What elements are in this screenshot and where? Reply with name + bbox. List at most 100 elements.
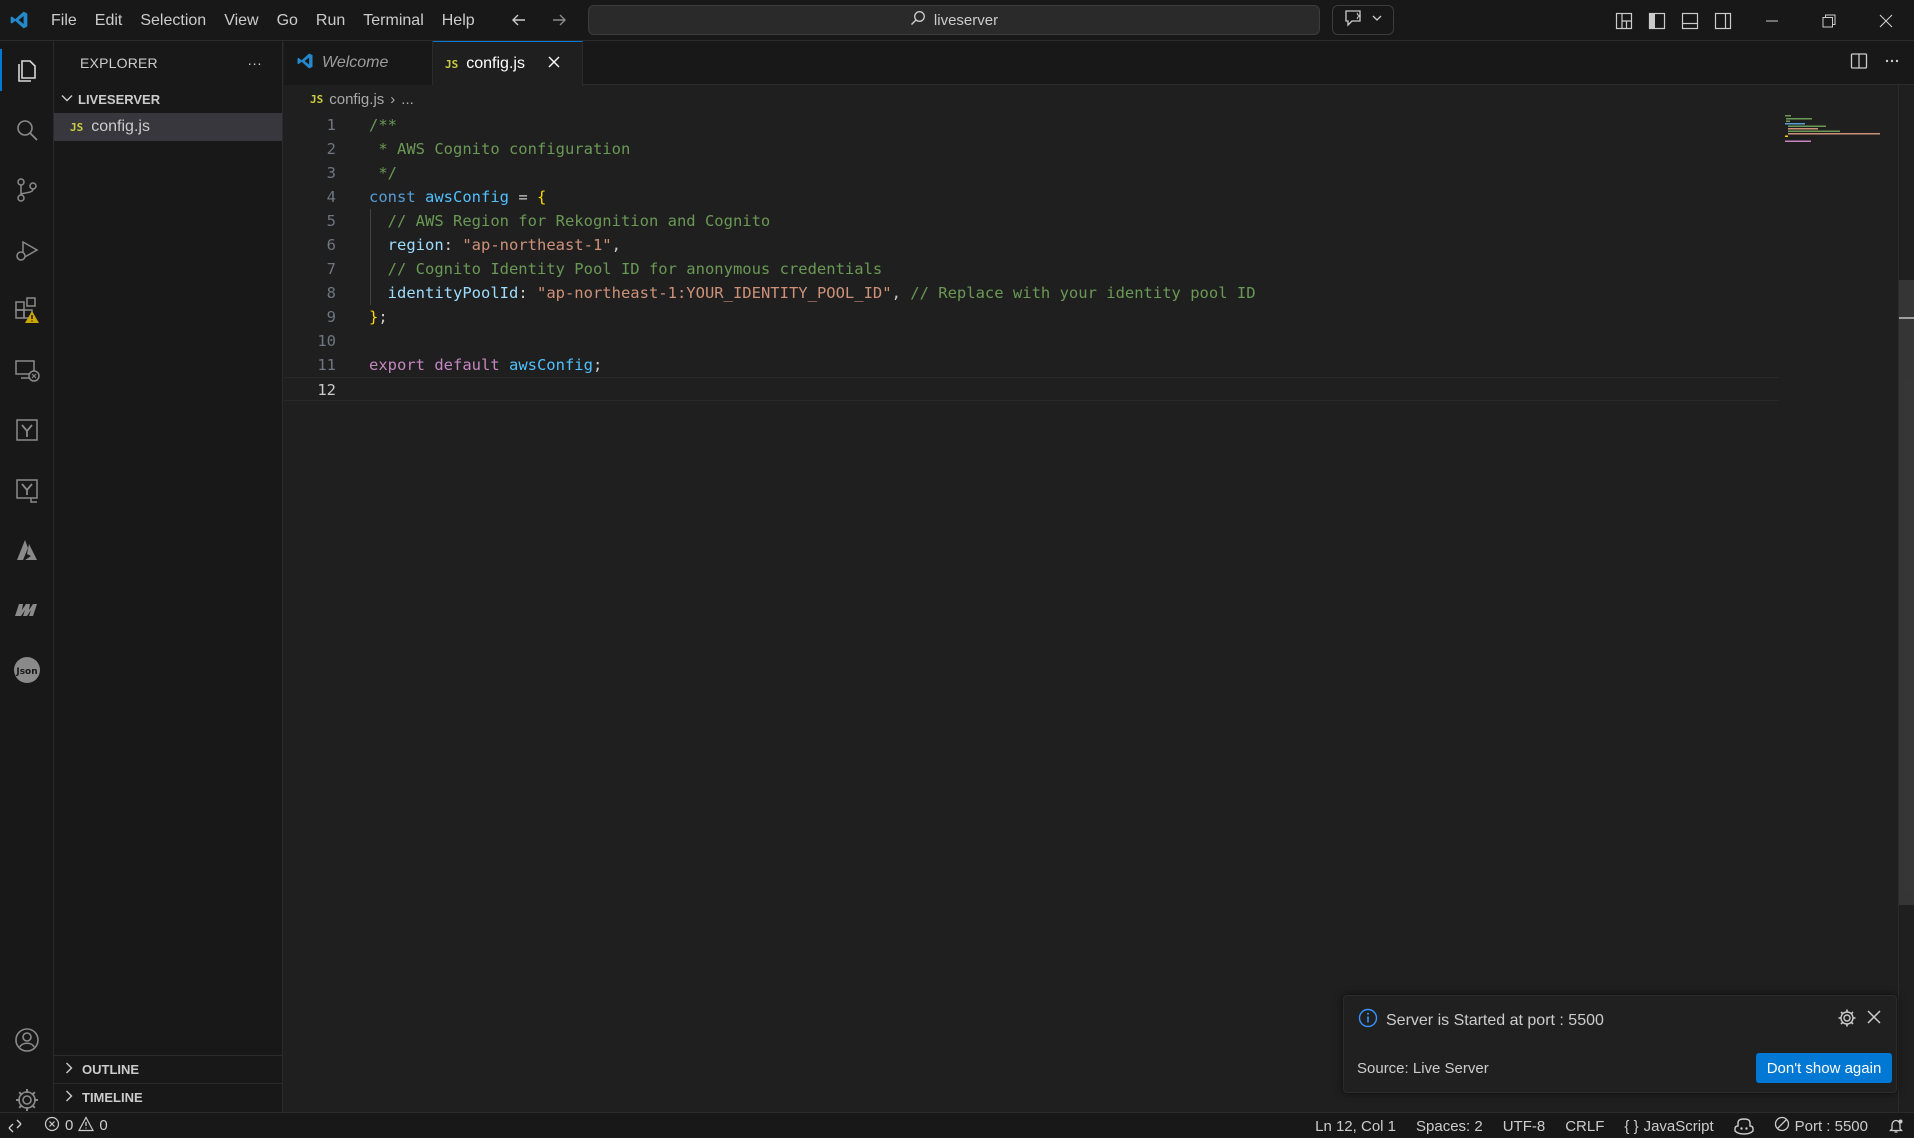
more-actions-icon[interactable] [1884, 53, 1900, 74]
language-mode[interactable]: { } JavaScript [1624, 1118, 1713, 1135]
scrollbar-thumb[interactable] [1899, 280, 1914, 905]
code-line[interactable]: 3 */ [284, 161, 1779, 185]
folder-name: LIVESERVER [78, 91, 161, 107]
line-number: 5 [326, 212, 336, 230]
close-window-icon[interactable] [1857, 0, 1914, 41]
code-token: awsConfig [425, 188, 509, 206]
code-line[interactable]: 9}; [284, 305, 1779, 329]
line-number: 3 [326, 164, 336, 182]
remote-indicator-icon[interactable] [0, 1113, 30, 1138]
minimap[interactable] [1785, 113, 1885, 143]
chevron-down-icon [1371, 11, 1383, 29]
chat-sparkle-icon [1343, 9, 1363, 32]
accounts-icon[interactable] [0, 1011, 54, 1069]
menu-terminal[interactable]: Terminal [354, 0, 432, 41]
notifications-bell-icon[interactable] [1888, 1118, 1904, 1134]
more-actions-icon[interactable]: ··· [247, 55, 262, 71]
remote-explorer-icon[interactable] [0, 341, 54, 399]
timeline-section-header[interactable]: TIMELINE [54, 1083, 283, 1111]
explorer-icon[interactable] [0, 41, 54, 99]
line-number: 10 [317, 332, 336, 350]
extensions-icon[interactable] [0, 281, 54, 339]
language-label: JavaScript [1643, 1117, 1714, 1135]
tab-welcome[interactable]: Welcome [284, 41, 433, 85]
testing-flask-icon[interactable] [0, 401, 54, 459]
code-line[interactable]: 2 * AWS Cognito configuration [284, 137, 1779, 161]
javascript-file-icon: JS [70, 120, 84, 134]
close-tab-icon[interactable] [547, 55, 561, 74]
code-token: ; [378, 308, 388, 326]
indentation[interactable]: Spaces: 2 [1416, 1118, 1483, 1135]
outline-section-header[interactable]: OUTLINE [54, 1055, 283, 1083]
file-item-config[interactable]: JS config.js [54, 113, 282, 141]
line-number: 7 [326, 260, 336, 278]
live-server-port[interactable]: Port : 5500 [1774, 1116, 1868, 1136]
command-center-search[interactable]: liveserver [588, 5, 1320, 35]
menu-run[interactable]: Run [307, 0, 354, 41]
code-token: // Replace with your identity pool ID [910, 284, 1256, 302]
code-line[interactable]: 11 export default awsConfig; [284, 353, 1779, 377]
code-line[interactable]: 10 [284, 329, 1779, 353]
command-center-text: liveserver [933, 11, 999, 29]
status-right-items: Ln 12, Col 1 Spaces: 2 UTF-8 CRLF { } Ja… [1315, 1113, 1914, 1138]
activity-bar: Json [0, 41, 54, 1112]
testing-icon[interactable] [0, 461, 54, 519]
menu-selection[interactable]: Selection [131, 0, 215, 41]
title-bar: File Edit Selection View Go Run Terminal… [0, 0, 1914, 41]
code-token: export [369, 356, 435, 374]
tab-label: Welcome [322, 54, 389, 71]
code-line[interactable]: 12 [284, 377, 1779, 401]
source-control-icon[interactable] [0, 161, 54, 219]
code-line[interactable]: 6 region: "ap-northeast-1", [284, 233, 1779, 257]
menu-view[interactable]: View [215, 0, 267, 41]
search-view-icon[interactable] [0, 101, 54, 159]
line-number: 9 [326, 308, 336, 326]
minimize-icon[interactable] [1743, 0, 1800, 41]
line-code: */ [369, 161, 397, 185]
problems-indicator[interactable]: 0 0 [44, 1115, 108, 1136]
mongodb-icon[interactable] [0, 581, 54, 639]
close-notification-icon[interactable] [1865, 1008, 1883, 1031]
tab-config-js[interactable]: JS config.js [433, 41, 583, 86]
toggle-primary-sidebar-icon[interactable] [1645, 9, 1668, 32]
breadcrumb-more[interactable]: ... [401, 91, 414, 108]
copilot-status-icon[interactable] [1733, 1117, 1754, 1135]
json-icon[interactable]: Json [0, 641, 54, 699]
split-editor-icon[interactable] [1850, 52, 1868, 75]
code-line[interactable]: 5 // AWS Region for Rekognition and Cogn… [284, 209, 1779, 233]
menu-go[interactable]: Go [268, 0, 307, 41]
back-arrow-icon[interactable] [506, 7, 532, 33]
restore-icon[interactable] [1800, 0, 1857, 41]
run-debug-icon[interactable] [0, 221, 54, 279]
folder-section-header[interactable]: LIVESERVER [54, 85, 282, 113]
menu-file[interactable]: File [42, 0, 86, 41]
code-line[interactable]: 4 const awsConfig = { [284, 185, 1779, 209]
editor-actions [1850, 41, 1900, 85]
code-line[interactable]: 1 /** [284, 113, 1779, 137]
line-number: 2 [326, 140, 336, 158]
encoding[interactable]: UTF-8 [1503, 1118, 1546, 1135]
line-number: 8 [326, 284, 336, 302]
toggle-panel-icon[interactable] [1678, 9, 1701, 32]
azure-icon[interactable] [0, 521, 54, 579]
code-token: { [537, 188, 547, 206]
code-editor[interactable]: 1/** 2 * AWS Cognito configuration 3 */4 co… [284, 113, 1914, 1112]
cursor-position[interactable]: Ln 12, Col 1 [1315, 1118, 1396, 1135]
breadcrumb-file[interactable]: config.js [329, 91, 384, 108]
forward-arrow-icon[interactable] [546, 7, 572, 33]
notification-toast: Server is Started at port : 5500 Source:… [1343, 995, 1897, 1093]
notification-settings-gear-icon[interactable] [1837, 1008, 1857, 1033]
customize-layout-icon[interactable] [1612, 9, 1635, 32]
copilot-chat-button[interactable] [1332, 5, 1394, 35]
dont-show-again-button[interactable]: Don't show again [1756, 1053, 1892, 1083]
code-line[interactable]: 7 // Cognito Identity Pool ID for anonym… [284, 257, 1779, 281]
menu-help[interactable]: Help [433, 0, 484, 41]
toggle-secondary-sidebar-icon[interactable] [1711, 9, 1734, 32]
notification-message: Server is Started at port : 5500 [1358, 1008, 1604, 1033]
code-token: */ [369, 164, 397, 182]
javascript-file-icon: JS [310, 92, 324, 106]
menu-edit[interactable]: Edit [86, 0, 132, 41]
code-token: ; [592, 356, 603, 374]
end-of-line[interactable]: CRLF [1565, 1118, 1604, 1135]
code-line[interactable]: 8 identityPoolId: "ap-northeast-1:YOUR_I… [284, 281, 1779, 305]
